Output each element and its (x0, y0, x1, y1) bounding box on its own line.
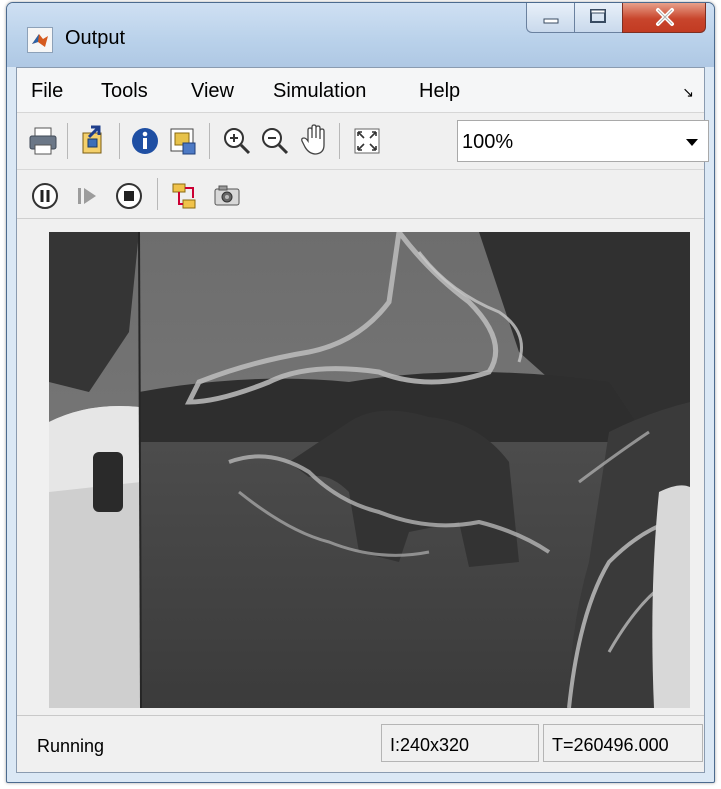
video-frame[interactable] (49, 232, 690, 708)
print-button[interactable] (27, 125, 59, 157)
output-window: Output File Tools View Simulation Help ↘… (6, 2, 715, 783)
zoom-out-icon (262, 128, 289, 155)
image-dimensions: I:240x320 (381, 724, 539, 762)
minimize-button[interactable] (526, 3, 574, 33)
pan-button[interactable] (299, 123, 331, 155)
zoom-in-button[interactable] (221, 125, 253, 157)
zoom-in-icon (224, 128, 251, 155)
zoom-level-value: 100% (462, 131, 514, 153)
signal-flow-icon (172, 183, 196, 209)
maximize-icon (590, 9, 606, 23)
menu-help[interactable]: Help (419, 80, 460, 103)
zoom-out-button[interactable] (259, 125, 291, 157)
pan-hand-icon (301, 124, 325, 155)
status-bar: Running I:240x320 T=260496.000 (17, 715, 704, 772)
fit-to-view-button[interactable] (351, 125, 383, 157)
maintain-fit-button[interactable] (167, 125, 199, 157)
menu-simulation[interactable]: Simulation (273, 80, 366, 103)
highlight-model-button[interactable] (77, 125, 109, 157)
step-forward-button[interactable] (71, 180, 103, 212)
menu-file[interactable]: File (31, 80, 63, 103)
title-bar[interactable]: Output (7, 3, 714, 67)
viewer-canvas (17, 219, 704, 714)
maintain-fit-icon (170, 128, 196, 155)
pause-button[interactable] (29, 180, 61, 212)
stop-icon (116, 183, 142, 209)
simulation-status: Running (37, 736, 105, 756)
pause-icon (32, 183, 58, 209)
undock-arrow-icon[interactable]: ↘ (682, 84, 694, 101)
window-title: Output (65, 27, 126, 49)
simulation-toolbar (17, 170, 704, 219)
print-icon (29, 127, 57, 155)
info-button[interactable] (129, 125, 161, 157)
snapshot-button[interactable] (211, 180, 243, 212)
simulation-time: T=260496.000 (543, 724, 703, 762)
signal-flow-button[interactable] (169, 180, 201, 212)
stop-button[interactable] (113, 180, 145, 212)
minimize-icon (543, 18, 559, 24)
client-area: File Tools View Simulation Help ↘ 100% R… (16, 67, 709, 773)
menu-view[interactable]: View (191, 80, 234, 103)
matlab-logo-icon (27, 27, 53, 53)
highlight-model-icon (82, 125, 102, 154)
menu-bar: File Tools View Simulation Help ↘ (17, 68, 704, 113)
close-button[interactable] (622, 3, 706, 33)
rhino-road-scene-image (49, 232, 690, 708)
step-forward-icon (78, 188, 96, 204)
snapshot-camera-icon (214, 185, 240, 206)
info-icon (132, 128, 158, 154)
chevron-down-icon (686, 139, 698, 146)
fit-to-view-icon (354, 128, 380, 154)
close-icon (656, 8, 674, 26)
menu-tools[interactable]: Tools (101, 80, 148, 103)
zoom-level-select[interactable]: 100% (457, 120, 709, 162)
main-toolbar: 100% (17, 113, 709, 170)
maximize-button[interactable] (574, 3, 622, 33)
